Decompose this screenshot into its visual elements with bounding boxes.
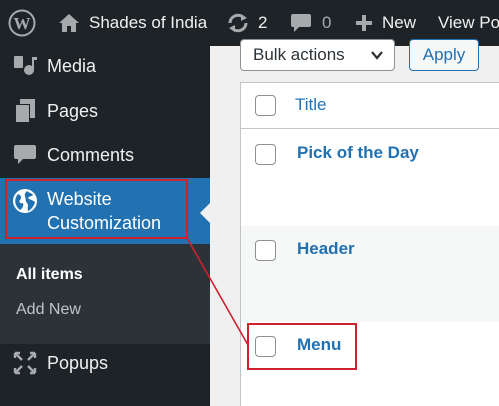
plus-icon [355,14,373,32]
submenu-all-items[interactable]: All items [16,266,83,284]
comments-icon [10,140,40,170]
current-menu-arrow [200,203,210,223]
new-label: New [382,13,417,32]
sidebar-item-label: Comments [47,145,135,165]
updates-icon [226,12,250,34]
row-checkbox[interactable] [255,240,276,261]
svg-text:W: W [14,14,31,33]
view-label: View Po [438,13,499,32]
chevron-down-icon [370,47,384,67]
pages-icon [10,96,40,126]
popups-icon [10,348,40,378]
sidebar-item-comments[interactable]: Comments [0,135,210,175]
table-header: Title [241,83,499,129]
column-title-header[interactable]: Title [295,95,327,115]
table-row: Header [241,226,499,322]
submenu-add-new[interactable]: Add New [16,301,81,319]
home-icon [58,13,80,33]
sidebar-item-media[interactable]: Media [0,46,210,86]
sidebar-item-pages[interactable]: Pages [0,91,210,131]
sidebar-item-label: Pages [47,101,99,121]
select-all-checkbox[interactable] [255,95,276,116]
table-row: Pick of the Day [241,130,499,226]
sidebar-item-label: Media [47,56,97,76]
bulk-actions-label: Bulk actions [253,45,345,64]
annotation-box-website-customization [5,179,188,239]
apply-button[interactable]: Apply [409,39,479,71]
comment-bubble-icon [290,13,312,33]
annotation-box-menu-row [247,323,357,370]
submenu: All items Add New [0,244,210,344]
row-title-link[interactable]: Header [297,239,355,259]
updates-count: 2 [258,13,268,32]
site-name-link[interactable]: Shades of India [58,0,207,46]
sidebar-item-label: Popups [47,353,109,373]
row-checkbox[interactable] [255,144,276,165]
media-icon [10,51,40,81]
wordpress-logo-icon[interactable]: W [8,0,36,46]
site-name: Shades of India [89,13,208,32]
row-title-link[interactable]: Pick of the Day [297,143,419,163]
sidebar-item-popups[interactable]: Popups [0,343,210,383]
comments-count: 0 [322,13,332,32]
bulk-actions-select[interactable]: Bulk actions [240,39,395,71]
